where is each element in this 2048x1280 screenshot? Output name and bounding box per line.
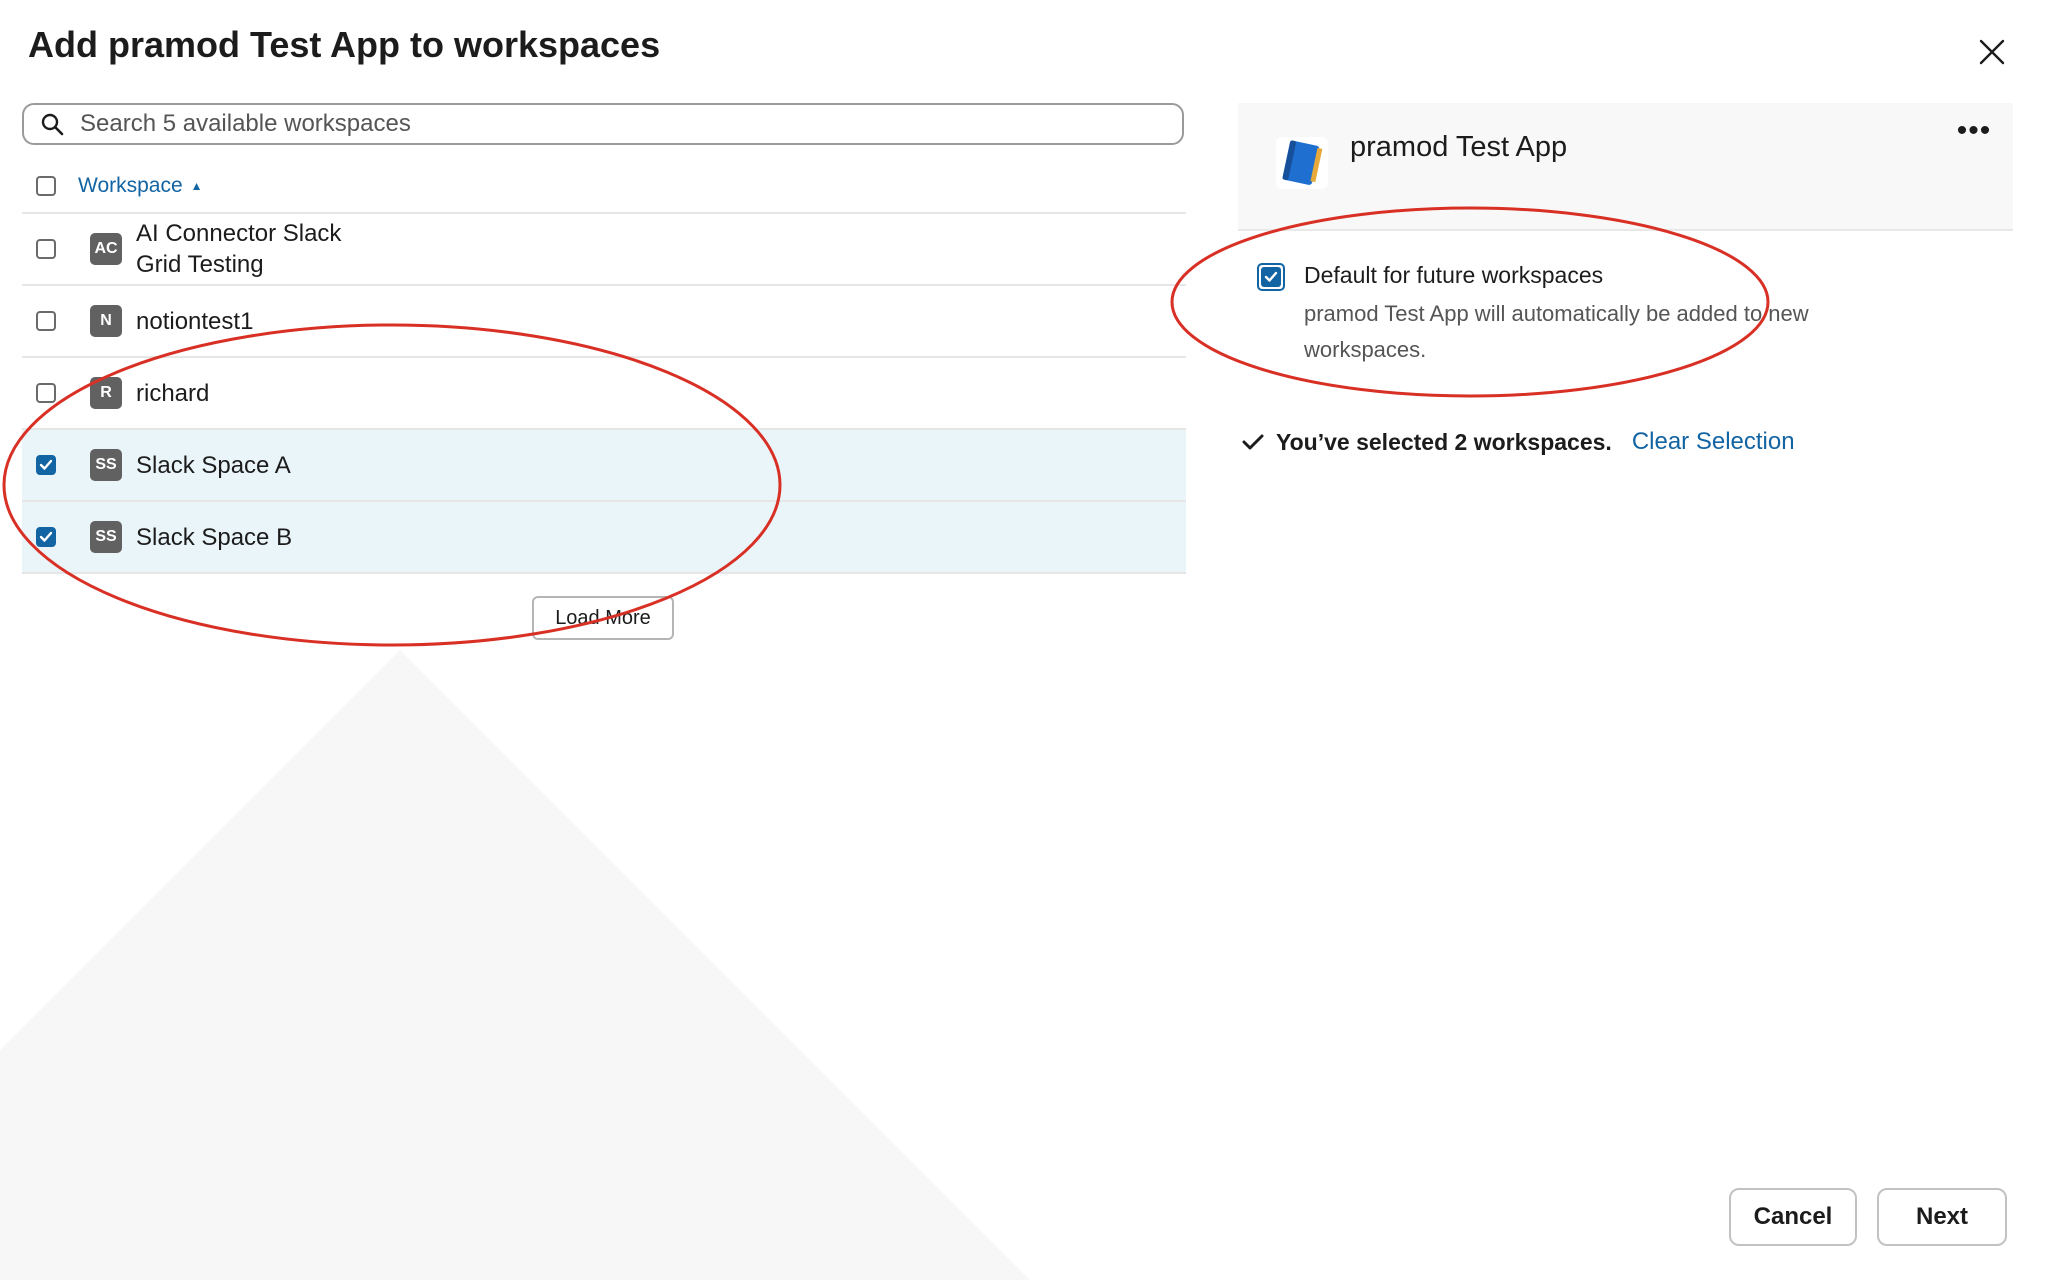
more-options-icon: •••	[1956, 114, 1992, 147]
checkmark-icon	[39, 459, 53, 470]
load-more-button[interactable]: Load More	[532, 596, 674, 640]
search-input[interactable]	[78, 109, 1162, 139]
next-button[interactable]: Next	[1877, 1188, 2007, 1246]
clear-selection-link[interactable]: Clear Selection	[1632, 428, 1795, 456]
dialog-title: Add pramod Test App to workspaces	[28, 24, 661, 65]
table-row[interactable]: SS Slack Space B	[22, 502, 1186, 574]
checkmark-icon	[39, 531, 53, 542]
workspace-name: notiontest1	[136, 307, 254, 335]
checkmark-icon	[1264, 271, 1278, 282]
workspace-sort-header[interactable]: Workspace ▲	[78, 174, 203, 198]
workspace-name: Slack Space B	[136, 523, 293, 551]
row-checkbox[interactable]	[36, 527, 56, 547]
app-notebook-icon	[1276, 137, 1328, 189]
table-row[interactable]: N notiontest1	[22, 286, 1186, 358]
close-icon	[1979, 39, 2005, 65]
row-checkbox[interactable]	[36, 455, 56, 475]
select-all-checkbox[interactable]	[36, 176, 56, 196]
checkbox-fill	[1261, 267, 1281, 287]
app-name: pramod Test App	[1350, 131, 1568, 163]
workspace-table: Workspace ▲ AC AI Connector Slack Grid T…	[22, 160, 1186, 574]
table-row[interactable]: SS Slack Space A	[22, 430, 1186, 502]
close-button[interactable]	[1970, 30, 2014, 74]
default-option-description: pramod Test App will automatically be ad…	[1304, 301, 1809, 362]
row-checkbox[interactable]	[36, 383, 56, 403]
workspace-name: Slack Space A	[136, 451, 291, 479]
workspace-avatar: N	[90, 305, 122, 337]
workspace-avatar: R	[90, 377, 122, 409]
workspace-header-label: Workspace	[78, 174, 183, 197]
add-to-workspaces-dialog: Add pramod Test App to workspaces Worksp…	[0, 0, 2048, 1280]
more-options-button[interactable]: •••	[1952, 116, 1996, 155]
sort-ascending-icon: ▲	[190, 179, 203, 193]
workspace-name: richard	[136, 379, 210, 407]
workspace-avatar: SS	[90, 449, 122, 481]
default-option-title: Default for future workspaces	[1304, 262, 1604, 288]
table-row[interactable]: AC AI Connector Slack Grid Testing	[22, 214, 1186, 286]
workspace-search	[22, 103, 1184, 145]
row-checkbox[interactable]	[36, 311, 56, 331]
workspace-avatar: AC	[90, 233, 122, 265]
table-header: Workspace ▲	[22, 160, 1186, 214]
selection-count-text: You’ve selected 2 workspaces.	[1276, 428, 1612, 455]
workspace-avatar: SS	[90, 521, 122, 553]
app-card: pramod Test App •••	[1238, 103, 2013, 231]
workspace-name: AI Connector Slack Grid Testing	[136, 220, 342, 278]
check-icon	[1242, 434, 1264, 450]
search-icon	[41, 113, 64, 136]
cancel-button[interactable]: Cancel	[1729, 1188, 1857, 1246]
selection-summary: You’ve selected 2 workspaces. Clear Sele…	[1242, 428, 1795, 456]
default-future-checkbox[interactable]	[1257, 263, 1285, 291]
table-row[interactable]: R richard	[22, 358, 1186, 430]
row-checkbox[interactable]	[36, 239, 56, 259]
